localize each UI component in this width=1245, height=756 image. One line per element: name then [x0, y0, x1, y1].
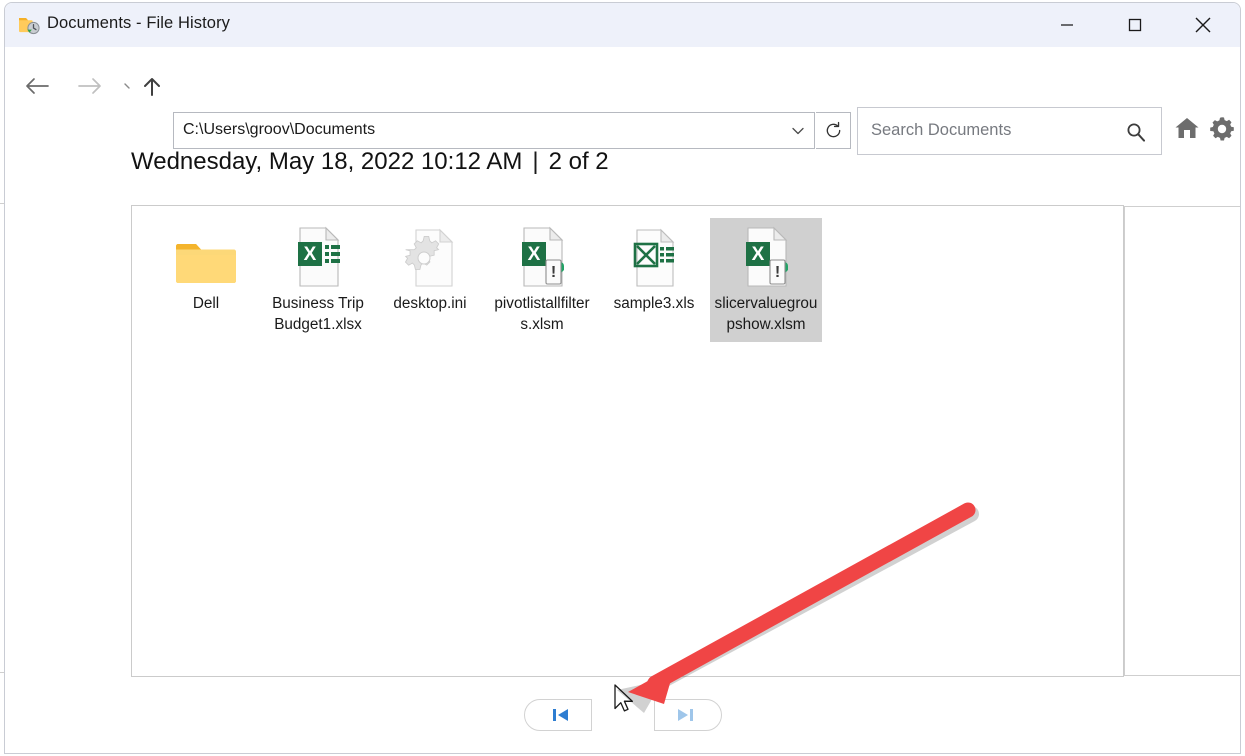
title-bar: Documents - File History — [5, 3, 1240, 47]
file-name: pivotlistallfilters.xlsm — [490, 294, 594, 336]
file-item-desktop-ini[interactable]: desktop.ini — [374, 218, 486, 342]
window-title: Documents - File History — [47, 14, 230, 33]
excel-xlsm-macro-icon: X ! — [735, 226, 797, 288]
file-item-business-trip-budget[interactable]: X Business Trip Budget1.xlsx — [262, 218, 374, 342]
maximize-button[interactable] — [1112, 3, 1158, 47]
chevron-down-icon — [791, 126, 805, 136]
folder-history-icon — [18, 14, 40, 36]
home-button[interactable] — [1173, 115, 1203, 145]
recent-locations-button[interactable] — [121, 69, 137, 103]
next-version-peek-panel[interactable] — [1124, 206, 1241, 676]
search-box[interactable]: Search Documents — [857, 107, 1162, 155]
up-button[interactable] — [138, 69, 166, 103]
svg-text:X: X — [528, 244, 541, 265]
excel-xlsx-icon: X — [287, 226, 349, 288]
file-name: desktop.ini — [378, 294, 482, 315]
close-button[interactable] — [1180, 3, 1226, 47]
search-input[interactable]: Search Documents — [871, 121, 1011, 140]
back-arrow-icon — [24, 75, 50, 97]
svg-text:!: ! — [551, 264, 556, 281]
refresh-icon — [824, 121, 843, 140]
minimize-button[interactable] — [1044, 3, 1090, 47]
file-item-sample3[interactable]: sample3.xls — [598, 218, 710, 342]
file-grid: Dell X Business — [150, 218, 1110, 342]
back-button[interactable] — [20, 69, 54, 103]
file-item-slicervaluegroupshow[interactable]: X ! slicervaluegroupshow.xlsm — [710, 218, 822, 342]
maximize-icon — [1127, 17, 1143, 33]
version-timestamp: Wednesday, May 18, 2022 10:12 AM — [131, 148, 522, 175]
svg-text:X: X — [304, 244, 317, 265]
excel-xlsm-macro-icon: X ! — [511, 226, 573, 288]
file-name: slicervaluegroupshow.xlsm — [714, 294, 818, 336]
address-bar[interactable]: C:\Users\groov\Documents — [173, 112, 815, 149]
version-counter: 2 of 2 — [549, 148, 609, 175]
close-icon — [1193, 15, 1213, 35]
up-arrow-icon — [141, 74, 163, 98]
file-item-dell[interactable]: Dell — [150, 218, 262, 342]
previous-version-button[interactable] — [524, 699, 592, 731]
settings-button[interactable] — [1208, 115, 1238, 145]
skip-previous-icon — [550, 706, 572, 724]
refresh-button[interactable] — [816, 112, 851, 149]
next-version-button[interactable] — [654, 699, 722, 731]
address-value: C:\Users\groov\Documents — [183, 121, 375, 139]
minimize-icon — [1059, 17, 1075, 33]
folder-icon — [175, 226, 237, 288]
navigation-bar: C:\Users\groov\Documents Search Document… — [5, 47, 1240, 109]
file-item-pivotlistallfilters[interactable]: X ! pivotlistallfilters.xlsm — [486, 218, 598, 342]
file-name: sample3.xls — [602, 294, 706, 315]
forward-button[interactable] — [73, 69, 107, 103]
file-name: Business Trip Budget1.xlsx — [266, 294, 370, 336]
ini-config-icon — [399, 226, 461, 288]
svg-text:X: X — [752, 244, 765, 265]
file-list-panel: Dell X Business — [131, 205, 1124, 677]
address-dropdown-button[interactable] — [781, 113, 814, 148]
home-icon — [1173, 128, 1201, 145]
version-header: Wednesday, May 18, 2022 10:12 AM|2 of 2 — [131, 148, 609, 176]
skip-next-icon — [674, 706, 696, 724]
file-name: Dell — [154, 294, 258, 315]
forward-arrow-icon — [77, 75, 103, 97]
version-navigation-controls — [5, 691, 1240, 751]
gear-icon — [1208, 130, 1236, 147]
excel-xls-icon — [623, 226, 685, 288]
chevron-down-icon — [123, 80, 135, 92]
header-separator: | — [522, 148, 548, 175]
search-icon[interactable] — [1125, 121, 1147, 143]
file-history-window: Documents - File History — [4, 2, 1241, 754]
svg-text:!: ! — [775, 264, 780, 281]
